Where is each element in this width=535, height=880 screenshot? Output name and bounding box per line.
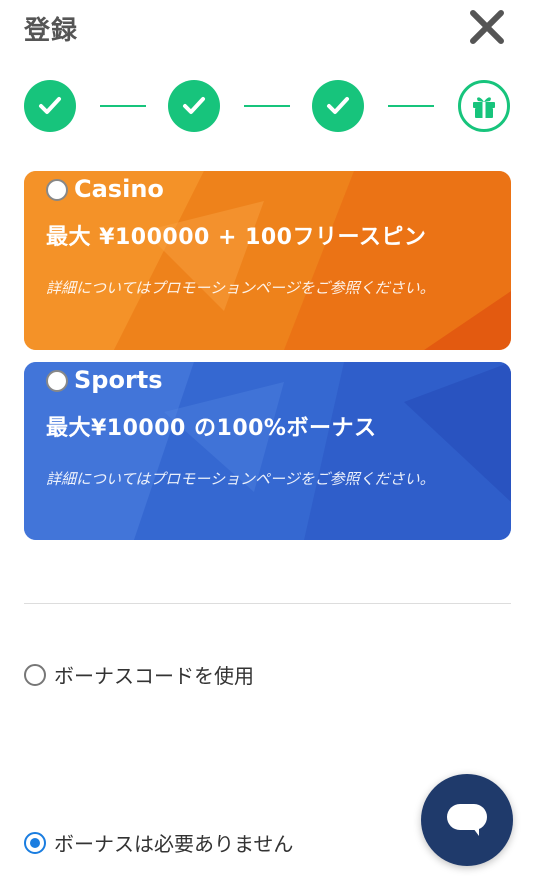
use-bonus-code-radio[interactable]	[24, 663, 46, 686]
step-connector	[244, 105, 290, 107]
check-icon	[39, 97, 61, 114]
step-connector	[388, 105, 434, 107]
sports-bonus-note: 詳細についてはプロモーションページをご参照ください。	[46, 470, 435, 488]
use-bonus-code-option[interactable]: ボーナスコードを使用	[24, 660, 254, 689]
step-connector	[100, 105, 146, 107]
check-icon	[183, 97, 205, 114]
no-bonus-label: ボーナスは必要ありません	[54, 832, 294, 856]
page-title: 登録	[24, 16, 79, 46]
no-bonus-radio[interactable]	[24, 831, 46, 854]
use-bonus-code-label: ボーナスコードを使用	[54, 664, 254, 688]
divider	[24, 603, 511, 604]
casino-card-title: Casino	[74, 175, 164, 203]
sports-card-title: Sports	[74, 366, 163, 394]
gift-icon	[473, 97, 495, 118]
header: 登録	[0, 0, 535, 60]
casino-bonus-note: 詳細についてはプロモーションページをご参照ください。	[46, 279, 435, 297]
close-button[interactable]	[468, 8, 506, 46]
casino-bonus-card[interactable]: Casino 最大 ¥100000 + 100フリースピン 詳細についてはプロモ…	[24, 171, 511, 350]
step-2-complete	[168, 80, 220, 132]
close-icon	[470, 10, 504, 44]
sports-bonus-card[interactable]: Sports 最大¥10000 の100%ボーナス 詳細についてはプロモーション…	[24, 362, 511, 540]
step-4-bonus	[458, 80, 510, 132]
step-1-complete	[24, 80, 76, 132]
sports-radio[interactable]	[46, 370, 68, 392]
registration-stepper	[24, 78, 514, 134]
chat-bubble-icon	[447, 804, 487, 836]
no-bonus-option[interactable]: ボーナスは必要ありません	[24, 828, 293, 857]
sports-bonus-headline: 最大¥10000 の100%ボーナス	[46, 416, 377, 441]
casino-radio[interactable]	[46, 179, 68, 201]
casino-bonus-headline: 最大 ¥100000 + 100フリースピン	[46, 225, 427, 250]
step-3-complete	[312, 80, 364, 132]
check-icon	[327, 97, 349, 114]
chat-button[interactable]	[421, 774, 513, 866]
